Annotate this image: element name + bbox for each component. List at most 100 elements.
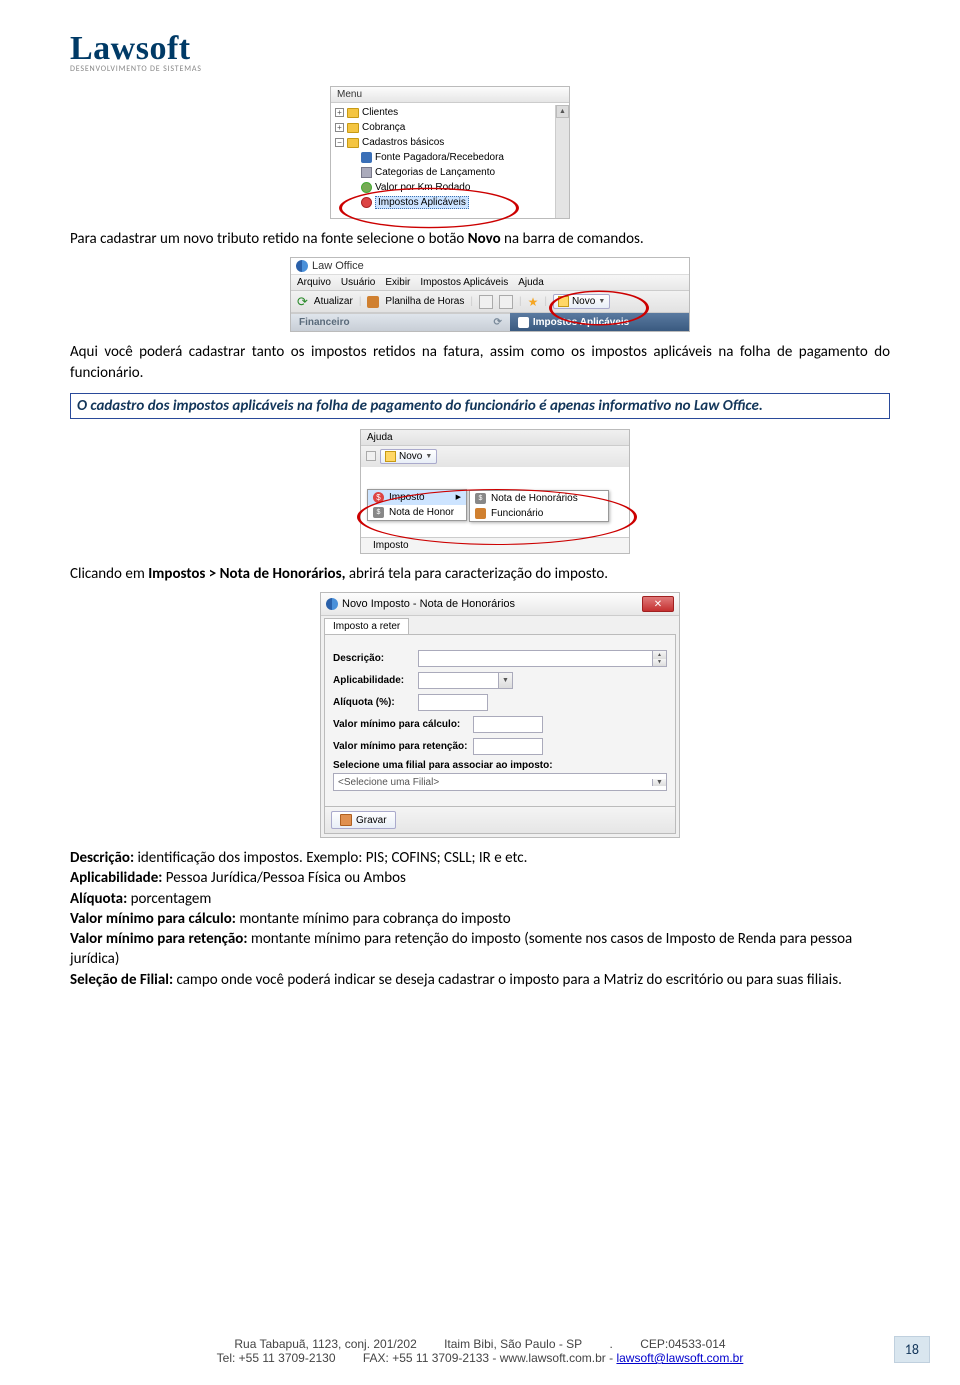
footer-tel: Tel: +55 11 3709-2130 [217,1351,336,1365]
timesheet-icon[interactable] [367,296,379,308]
scroll-up-icon[interactable]: ▲ [556,105,569,118]
footer-fax: FAX: +55 11 3709-2133 - www.lawsoft.com.… [363,1351,617,1365]
planilha-button[interactable]: Planilha de Horas [385,296,464,307]
valmin-calc-input[interactable] [473,716,543,733]
aliquota-input[interactable] [418,694,488,711]
note-icon: $ [373,507,384,518]
collapse-icon[interactable]: − [335,138,344,147]
tree-item-impostos[interactable]: Impostos Aplicáveis [335,195,565,210]
tree-label: Cobrança [362,122,405,133]
novo-button[interactable]: Novo ▼ [553,294,610,309]
submenu-item-funcionario[interactable]: Funcionário [470,506,608,521]
aplicabilidade-select[interactable]: ▼ [418,672,513,689]
submenu: $ Nota de Honorários Funcionário [469,490,609,522]
footer-dot: . [610,1337,613,1351]
footer-email-link[interactable]: lawsoft@lawsoft.com.br [616,1351,743,1365]
dollar-icon: $ [373,492,384,503]
screenshot-dialog: Novo Imposto - Nota de Honorários ✕ Impo… [320,592,680,838]
paragraph-clicando: Clicando em Impostos > Nota de Honorário… [70,564,890,584]
footer-cep: CEP:04533-014 [640,1337,725,1351]
toolbar-btn[interactable] [366,451,376,461]
menu-usuario[interactable]: Usuário [341,277,375,288]
screenshot-menu-tree: Menu + Clientes + Cobrança − Cadastros b… [330,86,570,219]
def-filial: Seleção de Filial: campo onde você poder… [70,970,890,990]
para-text: Clicando em [70,565,148,583]
novo-button[interactable]: Novo ▼ [380,449,437,464]
logo-subtitle: DESENVOLVIMENTO DE SISTEMAS [70,64,890,74]
tree-item-cadastros[interactable]: − Cadastros básicos [335,135,565,150]
filial-select[interactable]: <Selecione uma Filial> ▼ [333,773,667,791]
menu-ajuda[interactable]: Ajuda [518,277,544,288]
label-valmin-ret: Valor mínimo para retenção: [333,741,468,752]
submenu-arrow-icon: ▶ [456,493,461,501]
app-icon [296,260,308,272]
para-text: na barra de comandos. [501,230,644,248]
menu-arquivo[interactable]: Arquivo [297,277,331,288]
page-footer: Rua Tabapuã, 1123, conj. 201/202 Itaim B… [0,1337,960,1365]
para-text: abrirá tela para caracterização do impos… [345,565,608,583]
expand-icon[interactable]: + [335,108,344,117]
page-number: 18 [894,1336,930,1363]
footer-city: Itaim Bibi, São Paulo - SP [444,1337,582,1351]
strip-financeiro: Financeiro ⟳ [291,313,510,331]
dialog-footer: Gravar [324,807,676,834]
dialog-titlebar: Novo Imposto - Nota de Honorários ✕ [321,593,679,616]
toolbar: ⟳ Atualizar | Planilha de Horas | | ★ | … [291,291,689,313]
strip-icon [518,317,529,328]
toolbar-button-1[interactable] [479,295,493,309]
gravar-button[interactable]: Gravar [331,811,396,829]
tree-item-valorkm[interactable]: Valor por Km Rodado [335,180,565,195]
toolbar-button-2[interactable] [499,295,513,309]
para-text: Para cadastrar um novo tributo retido na… [70,230,468,248]
menu-item-nota[interactable]: $ Nota de Honor [368,505,466,520]
refresh-icon[interactable]: ⟳ [297,295,308,308]
screenshot-novo-menu: Ajuda Novo ▼ $ Imposto ▶ $ Nota de Honor [360,429,630,554]
tab-imposto-reter[interactable]: Imposto a reter [324,618,409,634]
valmin-ret-input[interactable] [473,738,543,755]
refresh-small-icon[interactable]: ⟳ [494,317,502,328]
dropdown-icon: ▼ [598,298,605,305]
menu-exibir[interactable]: Exibir [385,277,410,288]
section-strip: Financeiro ⟳ Impostos Aplicáveis [291,313,689,331]
tree-label-selected: Impostos Aplicáveis [375,196,469,209]
employee-icon [475,508,486,519]
gravar-label: Gravar [356,815,387,826]
dialog-form: Descrição: ▲▼ Aplicabilidade: ▼ Alíquota… [324,634,676,807]
descricao-input[interactable]: ▲▼ [418,650,667,667]
close-button[interactable]: ✕ [642,596,674,612]
folder-icon [347,108,359,118]
dropdown-menu: $ Imposto ▶ $ Nota de Honor [367,489,467,521]
def-aliquota: Alíquota: porcentagem [70,889,890,909]
tree-item-cobranca[interactable]: + Cobrança [335,120,565,135]
tree-label: Clientes [362,107,398,118]
value-icon [361,182,372,193]
tax-icon [361,197,372,208]
menu-item-imposto[interactable]: $ Imposto ▶ [368,490,466,505]
footer-address: Rua Tabapuã, 1123, conj. 201/202 [234,1337,416,1351]
dialog-title: Novo Imposto - Nota de Honorários [342,598,515,610]
label-aliquota: Alíquota (%): [333,697,413,708]
menu-impostos[interactable]: Impostos Aplicáveis [420,277,508,288]
category-icon [361,167,372,178]
tree-item-fonte[interactable]: Fonte Pagadora/Recebedora [335,150,565,165]
scrollbar[interactable]: ▲ [555,105,569,218]
screenshot-toolbar: Law Office Arquivo Usuário Exibir Impost… [290,257,690,332]
spinner-icon[interactable]: ▲▼ [652,651,666,666]
submenu-item-nota[interactable]: $ Nota de Honorários [470,491,608,506]
novo-label: Novo [399,451,422,462]
dropdown-icon[interactable]: ▼ [498,673,512,688]
new-icon [385,451,396,462]
folder-icon [347,123,359,133]
star-icon[interactable]: ★ [528,295,539,309]
save-icon [340,814,352,826]
expand-icon[interactable]: + [335,123,344,132]
tree-item-clientes[interactable]: + Clientes [335,105,565,120]
menubar: Arquivo Usuário Exibir Impostos Aplicáve… [291,274,689,291]
strip-impostos: Impostos Aplicáveis [510,313,689,331]
info-box: O cadastro dos impostos aplicáveis na fo… [70,393,890,419]
novo-label: Novo [572,296,595,307]
atualizar-button[interactable]: Atualizar [314,296,353,307]
tree-item-categorias[interactable]: Categorias de Lançamento [335,165,565,180]
dropdown-icon[interactable]: ▼ [652,779,666,786]
tree-label: Categorias de Lançamento [375,167,495,178]
